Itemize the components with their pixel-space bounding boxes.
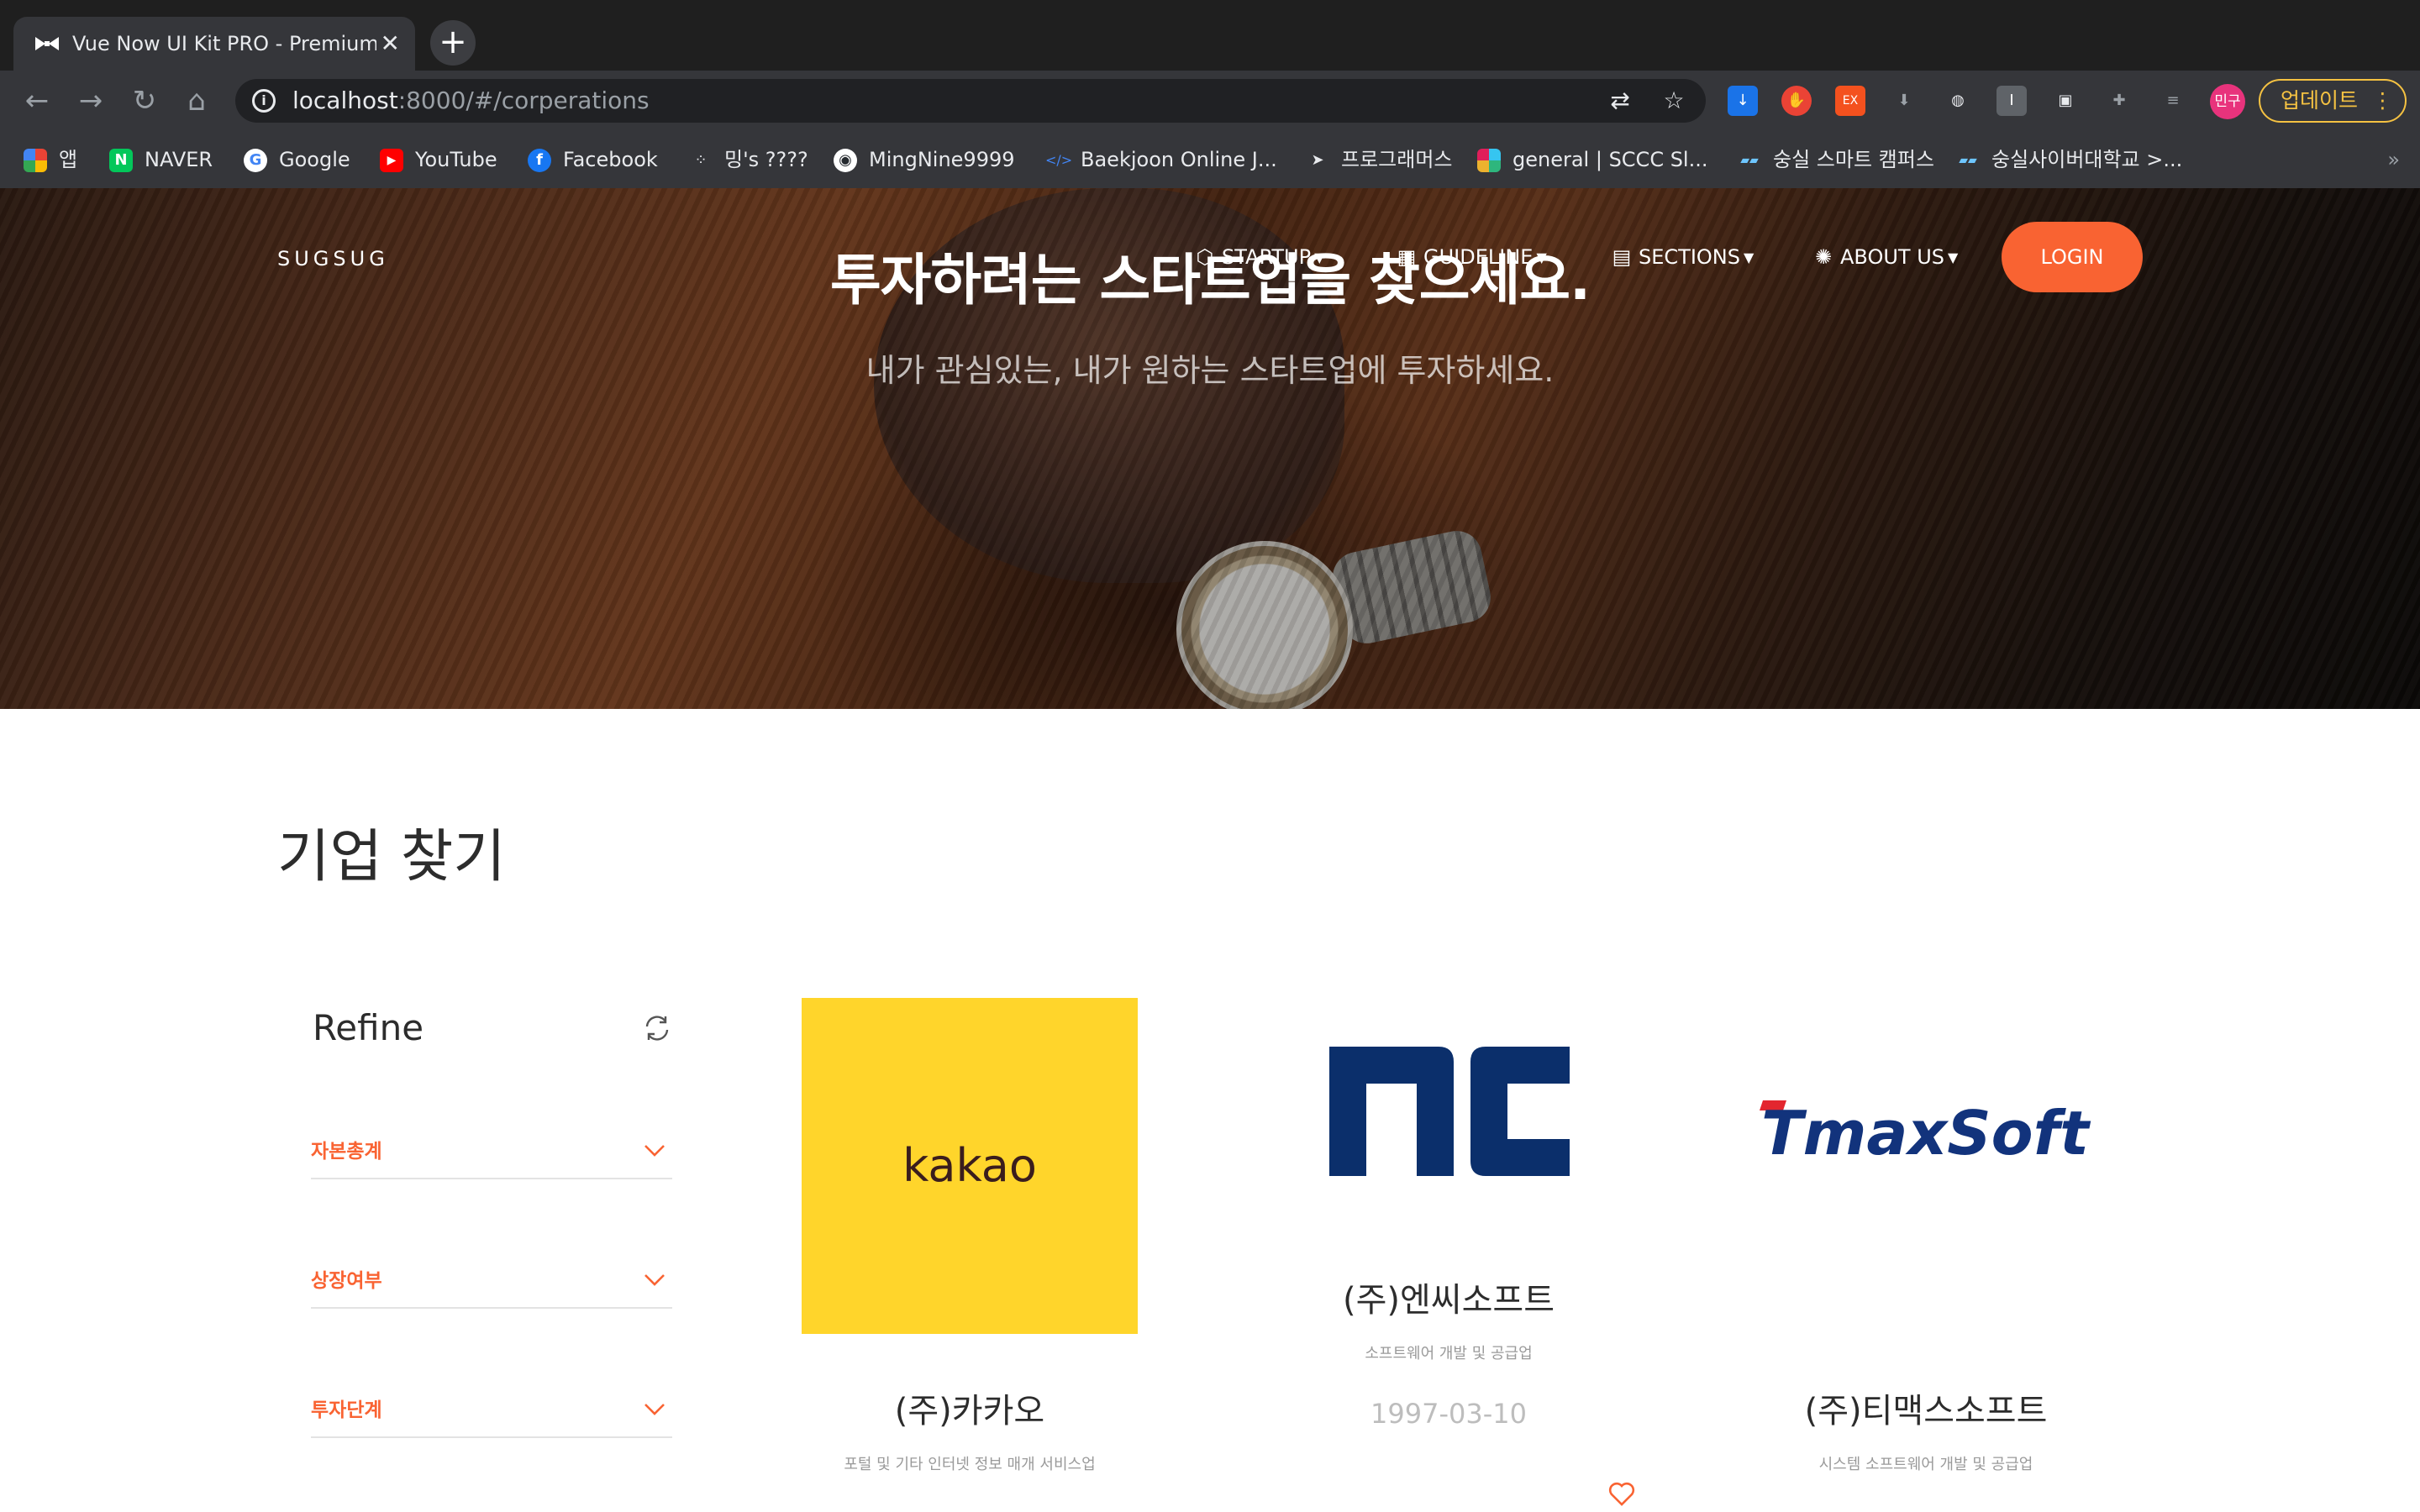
bookmark-ssu-campus[interactable]: ▰▰ 숭실 스마트 캠퍼스 [1738, 144, 1934, 175]
bookmark-google[interactable]: G Google [244, 144, 350, 175]
bookmark-apps[interactable]: 앱 [24, 144, 77, 175]
slack-icon [1477, 149, 1501, 172]
code-icon: </> [1045, 152, 1073, 168]
company-name-tmaxsoft[interactable]: (주)티맥스소프트 [1758, 1388, 2094, 1435]
google-icon: G [244, 149, 267, 172]
bookmark-label: MingNine9999 [869, 148, 1015, 171]
bookmark-ssu-cyber[interactable]: ▰▰ 숭실사이버대학교 >... [1956, 144, 2182, 175]
ssu-cyber-icon: ▰▰ [1959, 154, 1977, 167]
company-desc-kakao: 포털 및 기타 인터넷 정보 매개 서비스업 [844, 1456, 1096, 1473]
naver-icon: N [109, 149, 133, 172]
tab-close-icon[interactable]: ✕ [381, 29, 400, 59]
bookmark-label: NAVER [145, 148, 213, 171]
bookmark-label: 숭실 스마트 캠퍼스 [1773, 148, 1934, 171]
bookmark-label: YouTube [415, 148, 497, 171]
bookmark-programmers[interactable]: ➤ 프로그래머스 [1306, 144, 1452, 175]
refine-title: Refine [313, 1007, 424, 1048]
bookmark-baekjoon[interactable]: </> Baekjoon Online J... [1045, 144, 1277, 175]
chevron-down-icon [644, 1404, 665, 1415]
bookmark-mings[interactable]: ⁘ 밍's ???? [689, 144, 808, 175]
filter-capital-label: 자본총계 [311, 1141, 382, 1163]
bookmark-label: Baekjoon Online J... [1081, 148, 1277, 171]
kakao-logo[interactable]: kakao [802, 998, 1138, 1334]
address-bar[interactable]: i localhost:8000/#/corperations ⇄ ☆ [235, 79, 1706, 123]
arrow-extension-icon[interactable]: ⬇ [1889, 86, 1919, 116]
forward-icon[interactable]: → [71, 81, 111, 121]
globe-extension-icon[interactable]: ◍ [1943, 86, 1973, 116]
home-icon[interactable]: ⌂ [176, 81, 217, 121]
screenshot-extension-icon[interactable]: ▣ [2050, 86, 2081, 116]
puzzle-extension-icon[interactable]: ✚ [2104, 86, 2134, 116]
adblock-extension-icon[interactable]: ✋ [1781, 86, 1812, 116]
bookmarks-bar: 앱 N NAVER G Google ▶ YouTube f Facebook ⁘ 밍's… [0, 131, 2420, 189]
filter-listing[interactable]: 상장여부 [311, 1248, 672, 1309]
browser-toolbar: ← → ↻ ⌂ i localhost:8000/#/corperations … [0, 71, 2420, 131]
browser-tab[interactable]: Vue Now UI Kit PRO - Premium ✕ [13, 17, 415, 71]
bookmark-slack[interactable]: general | SCCC Sl... [1477, 144, 1708, 175]
vue-favicon-icon [35, 37, 59, 50]
filter-stage-label: 투자단계 [311, 1399, 382, 1421]
reload-icon[interactable]: ↻ [124, 81, 165, 121]
translate-icon[interactable]: ⇄ [1605, 86, 1635, 116]
download-extension-icon[interactable]: ↓ [1728, 86, 1758, 116]
hero-subtitle: 내가 관심있는, 내가 원하는 스타트업에 투자하세요. [865, 352, 1555, 389]
bookmark-label: general | SCCC Sl... [1512, 148, 1708, 171]
tab-title: Vue Now UI Kit PRO - Premium [72, 32, 376, 55]
company-name-kakao[interactable]: (주)카카오 [802, 1388, 1138, 1435]
bookmark-label: 숭실사이버대학교 >... [1991, 148, 2183, 171]
bookmark-facebook[interactable]: f Facebook [528, 144, 658, 175]
filter-capital[interactable]: 자본총계 [311, 1119, 672, 1179]
tmaxsoft-logo[interactable]: TmaxSoft [1758, 1097, 2094, 1164]
page-title: 기업 찾기 [277, 824, 506, 890]
facebook-icon: f [528, 149, 551, 172]
back-icon[interactable]: ← [17, 81, 57, 121]
tmaxsoft-logo-text: TmaxSoft [1761, 1098, 2091, 1164]
filter-listing-label: 상장여부 [311, 1270, 382, 1292]
bookmark-naver[interactable]: N NAVER [109, 144, 213, 175]
url-text[interactable]: localhost:8000/#/corperations [292, 86, 650, 116]
i-extension-icon[interactable]: I [1996, 86, 2027, 116]
url-host: localhost [292, 87, 398, 114]
company-name-ncsoft[interactable]: (주)엔씨소프트 [1279, 1277, 1618, 1324]
profile-avatar[interactable]: 민구 [2210, 84, 2245, 119]
bookmark-label: 밍's ???? [724, 148, 808, 171]
new-tab-button[interactable]: + [430, 20, 476, 66]
update-label: 업데이트 [2281, 88, 2359, 113]
dots-icon: ⁘ [694, 151, 708, 169]
chevron-down-icon [644, 1274, 665, 1286]
company-desc-ncsoft: 소프트웨어 개발 및 공급업 [1365, 1345, 1533, 1362]
bookmark-label: 프로그래머스 [1341, 148, 1453, 171]
programmers-icon: ➤ [1311, 151, 1324, 169]
kebab-menu-icon[interactable]: ⋮ [2372, 81, 2393, 121]
browser-tab-bar: Vue Now UI Kit PRO - Premium ✕ + [0, 0, 2420, 71]
bookmark-label: Google [279, 148, 350, 171]
chevron-down-icon [644, 1145, 665, 1157]
ssu-icon: ▰▰ [1740, 154, 1759, 167]
bookmark-label: Facebook [563, 148, 658, 171]
heart-icon[interactable] [1607, 1478, 1637, 1509]
apps-grid-icon [24, 149, 47, 172]
filter-investment-stage[interactable]: 투자단계 [311, 1378, 672, 1438]
bookmark-youtube[interactable]: ▶ YouTube [380, 144, 497, 175]
github-icon: ◉ [834, 149, 857, 172]
kakao-logo-text: kakao [902, 1139, 1037, 1192]
refresh-icon[interactable] [642, 1013, 672, 1043]
url-path: :8000/#/corperations [397, 87, 650, 114]
company-date-ncsoft: 1997-03-10 [1370, 1398, 1527, 1430]
hero-title: 투자하려는 스타트업을 찾으세요. [829, 248, 1591, 312]
bookmark-label: 앱 [59, 148, 78, 171]
bookmark-github[interactable]: ◉ MingNine9999 [834, 144, 1015, 175]
company-desc-tmaxsoft: 시스템 소프트웨어 개발 및 공급업 [1818, 1456, 2033, 1473]
youtube-icon: ▶ [380, 149, 403, 172]
ncsoft-logo[interactable] [1329, 1047, 1570, 1176]
bookmark-star-icon[interactable]: ☆ [1659, 86, 1689, 116]
site-info-icon[interactable]: i [252, 89, 276, 113]
bookmarks-overflow-icon[interactable]: » [2387, 144, 2400, 175]
ex-extension-icon[interactable]: EX [1835, 86, 1865, 116]
media-control-icon[interactable]: ≡ [2158, 86, 2188, 116]
update-button[interactable]: 업데이트 ⋮ [2259, 79, 2407, 123]
